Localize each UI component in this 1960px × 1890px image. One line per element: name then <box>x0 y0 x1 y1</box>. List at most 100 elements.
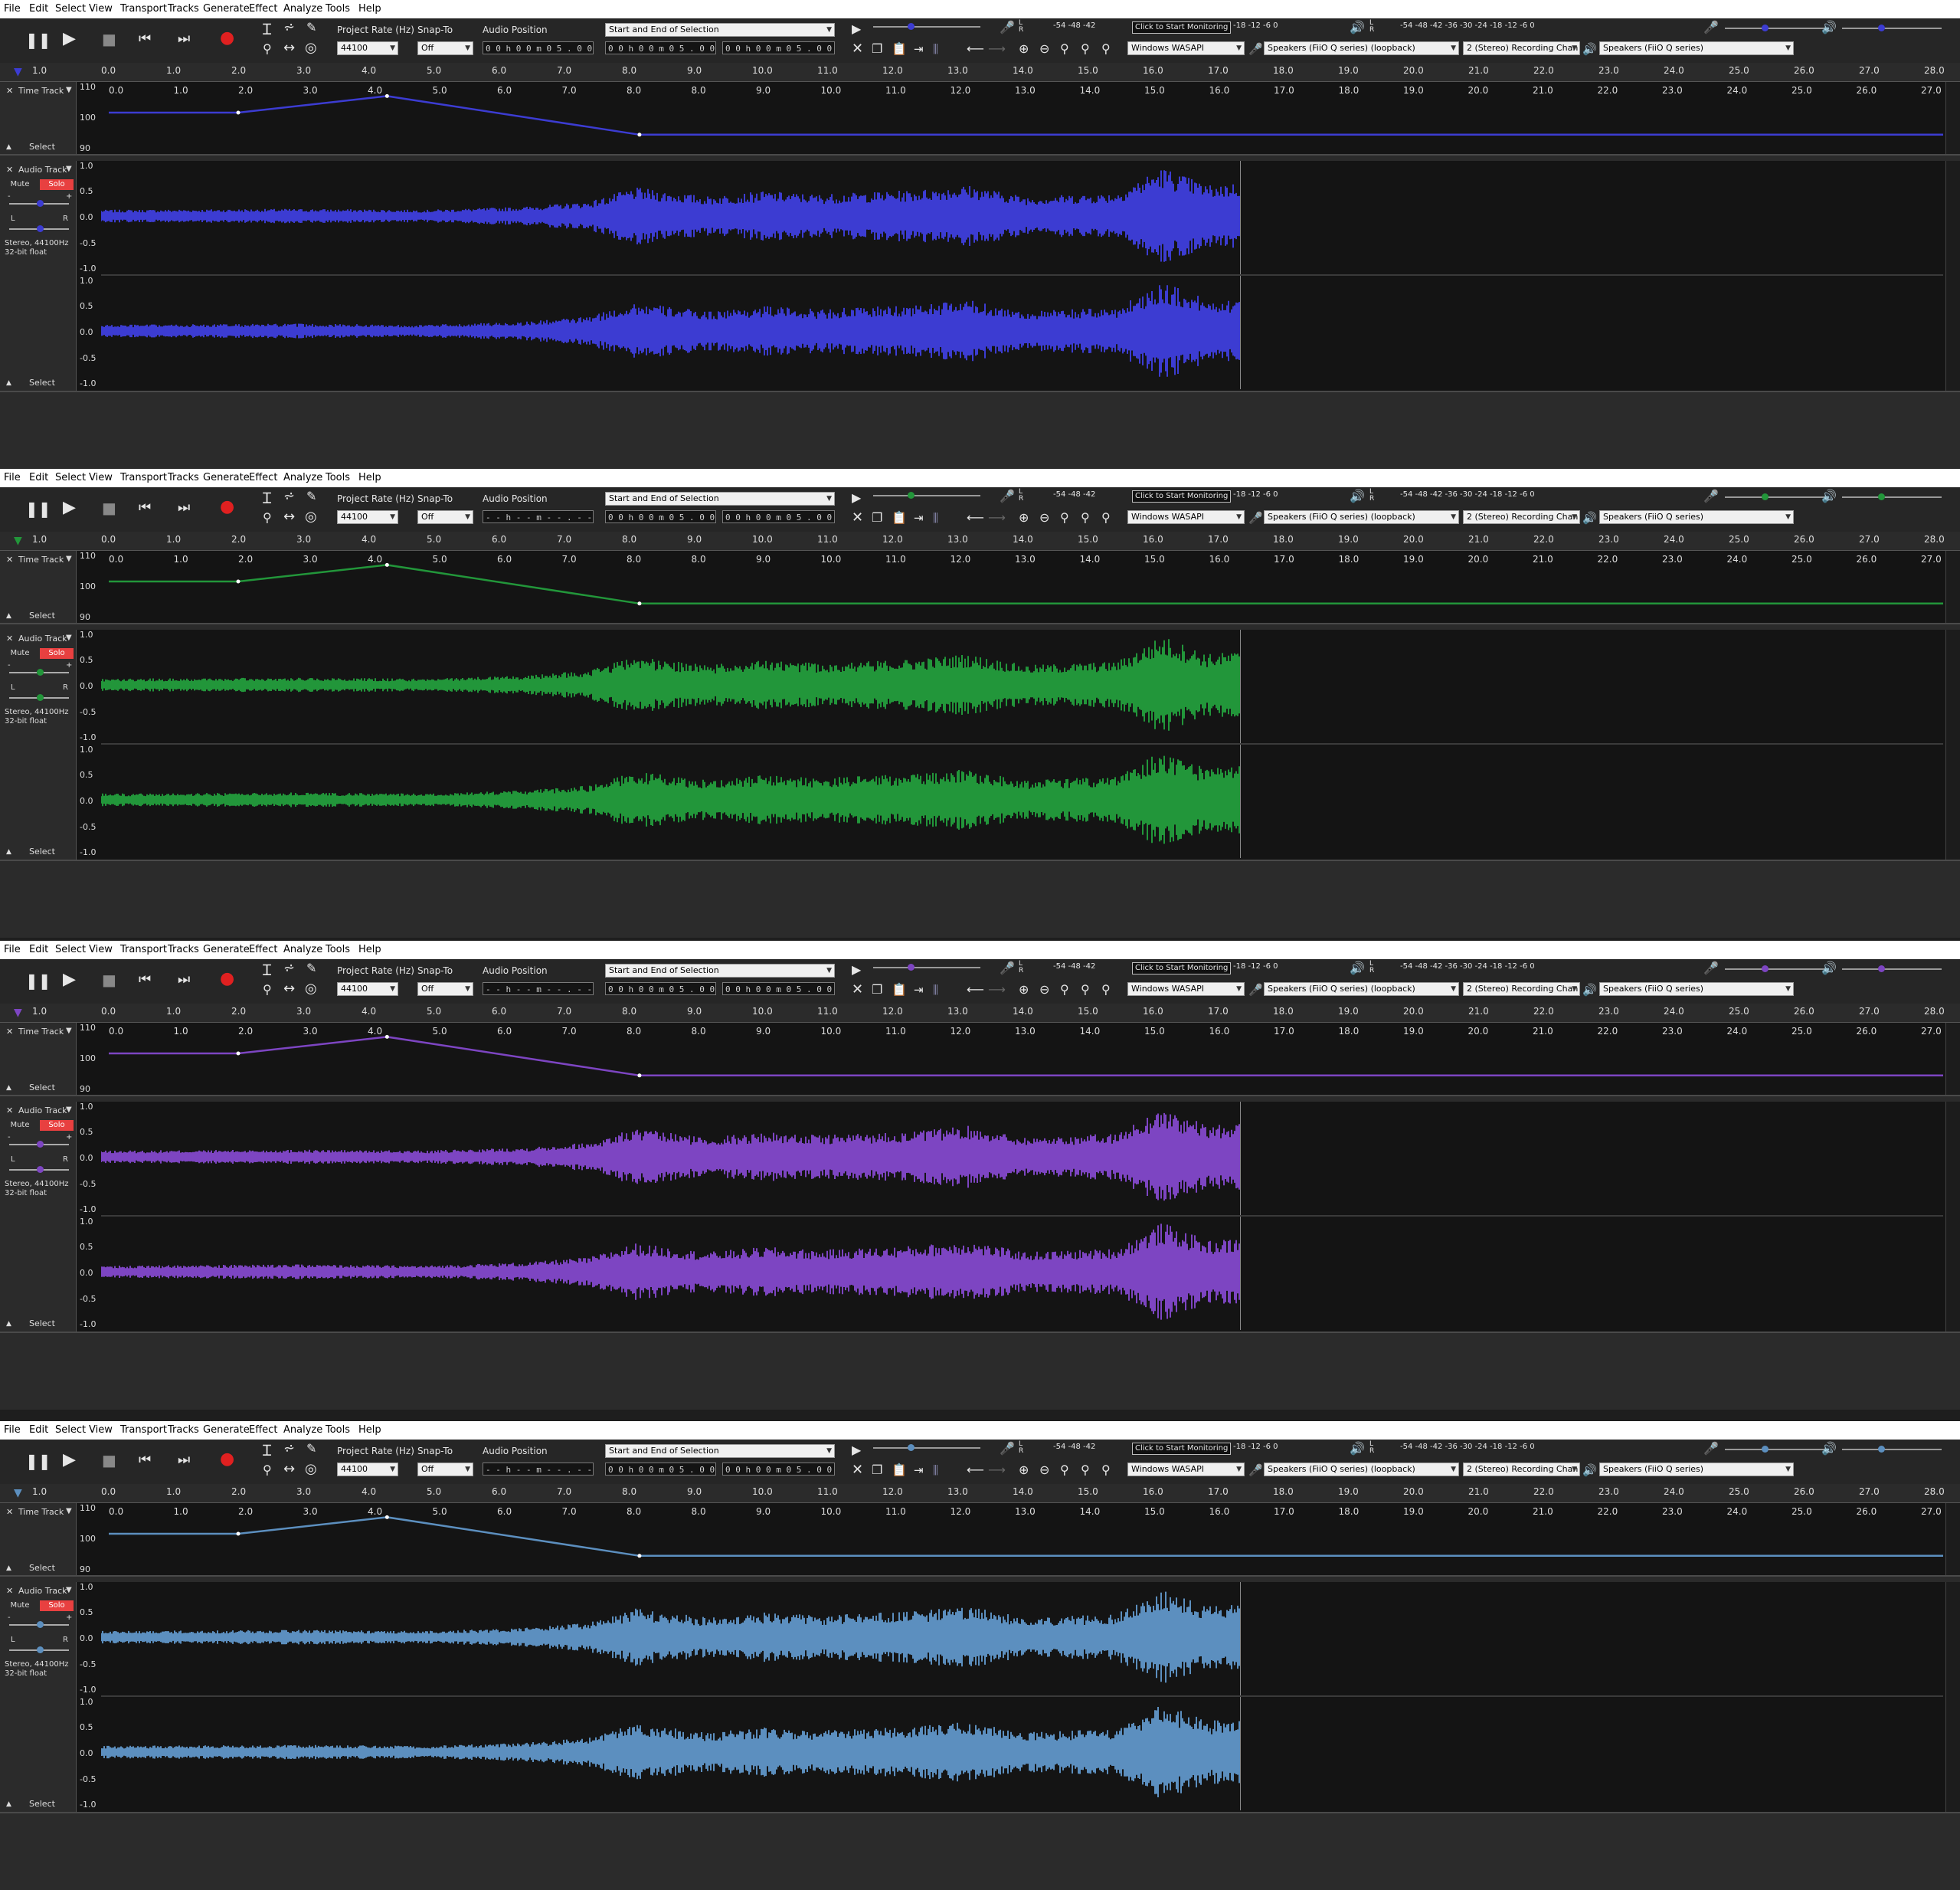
mute-button[interactable]: Mute <box>5 1120 35 1131</box>
snap-to-select[interactable]: Off ▼ <box>417 41 473 55</box>
close-icon[interactable]: ✕ <box>6 1507 13 1517</box>
multi-tool-icon[interactable]: ◎ <box>305 1462 317 1477</box>
snap-to-select[interactable]: Off ▼ <box>417 510 473 524</box>
track-menu-arrow-icon[interactable]: ▼ <box>66 1106 72 1114</box>
cut-icon[interactable]: ✕ <box>852 41 863 57</box>
record-icon[interactable]: ● <box>220 30 234 47</box>
zoom-tool-icon[interactable]: ⚲ <box>263 982 272 997</box>
trim-icon[interactable]: ⇥ <box>914 1463 924 1478</box>
playback-meter-speaker-icon[interactable]: 🔊 <box>1350 961 1365 976</box>
time-track-name[interactable]: Time Track <box>18 555 64 565</box>
envelope-tool-icon[interactable]: ⩫ <box>283 1441 295 1456</box>
menu-select[interactable]: Select <box>55 472 86 483</box>
time-track-name[interactable]: Time Track <box>18 86 64 96</box>
redo-icon[interactable]: ⟶ <box>988 510 1006 526</box>
play-at-speed-icon[interactable]: ▶ <box>852 21 861 37</box>
selection-end-field[interactable]: 0 0 h 0 0 m 0 5 . 0 0 4 s <box>722 1463 835 1476</box>
draw-tool-icon[interactable]: ✎ <box>306 20 316 35</box>
start-monitoring-button[interactable]: Click to Start Monitoring <box>1132 962 1232 974</box>
play-speed-slider[interactable] <box>873 492 980 499</box>
solo-button[interactable]: Solo <box>40 179 74 190</box>
zoom-tool-icon[interactable]: ⚲ <box>263 1463 272 1478</box>
time-track-select-button[interactable]: Select <box>29 142 55 152</box>
collapse-icon[interactable]: ▲ <box>6 1320 11 1328</box>
zoom-toggle-icon[interactable]: ⚲ <box>1101 1463 1111 1478</box>
audio-position-field[interactable]: - - h - - m - - . - - - s <box>483 1463 594 1476</box>
playback-device-select[interactable]: Speakers (FiiO Q series) ▼ <box>1599 510 1794 524</box>
menu-help[interactable]: Help <box>358 1424 381 1436</box>
audio-track-name[interactable]: Audio Track <box>18 634 67 644</box>
trim-icon[interactable]: ⇥ <box>914 41 924 57</box>
playback-volume-speaker-icon[interactable]: 🔊 <box>1821 961 1837 976</box>
menu-generate[interactable]: Generate <box>203 1424 250 1436</box>
record-icon[interactable]: ● <box>220 1451 234 1468</box>
zoom-in-icon[interactable]: ⊕ <box>1019 982 1029 997</box>
skip-end-icon[interactable]: ⏭ <box>178 1453 190 1468</box>
recording-channels-select[interactable]: 2 (Stereo) Recording Chan ▼ <box>1463 982 1580 996</box>
trim-icon[interactable]: ⇥ <box>914 982 924 997</box>
copy-icon[interactable]: ❐ <box>872 510 882 526</box>
zoom-tool-icon[interactable]: ⚲ <box>263 510 272 526</box>
draw-tool-icon[interactable]: ✎ <box>306 489 316 504</box>
fit-selection-icon[interactable]: ⚲ <box>1060 1463 1069 1478</box>
menu-file[interactable]: File <box>4 1424 21 1436</box>
timeshift-tool-icon[interactable]: ↔ <box>283 981 295 997</box>
zoom-in-icon[interactable]: ⊕ <box>1019 1463 1029 1478</box>
waveform-area[interactable] <box>100 161 1943 391</box>
zoom-out-icon[interactable]: ⊖ <box>1039 41 1049 57</box>
menu-tools[interactable]: Tools <box>326 472 350 483</box>
fit-selection-icon[interactable]: ⚲ <box>1060 510 1069 526</box>
recording-device-select[interactable]: Speakers (FiiO Q series) (loopback) ▼ <box>1264 41 1459 55</box>
start-monitoring-button[interactable]: Click to Start Monitoring <box>1132 490 1232 503</box>
recording-volume-slider[interactable] <box>1725 965 1824 972</box>
time-track-area[interactable]: 0.0 1.0 2.0 3.0 4.0 5.0 6.0 7.0 8.0 8.0 9.0 10.0 11.… <box>101 1503 1960 1575</box>
vertical-scrollbar[interactable] <box>1945 1503 1960 1575</box>
time-track-area[interactable]: 0.0 1.0 2.0 3.0 4.0 5.0 6.0 7.0 8.0 8.0 9.0 10.0 11.… <box>101 551 1960 623</box>
track-menu-arrow-icon[interactable]: ▼ <box>66 165 72 173</box>
playback-meter-speaker-icon[interactable]: 🔊 <box>1350 1441 1365 1456</box>
silence-icon[interactable]: ⫼ <box>933 510 938 526</box>
skip-end-icon[interactable]: ⏭ <box>178 500 190 516</box>
vertical-scrollbar[interactable] <box>1945 161 1960 391</box>
collapse-icon[interactable]: ▲ <box>6 379 11 387</box>
close-icon[interactable]: ✕ <box>6 1027 13 1037</box>
zoom-out-icon[interactable]: ⊖ <box>1039 982 1049 997</box>
start-monitoring-button[interactable]: Click to Start Monitoring <box>1132 21 1232 34</box>
audio-host-select[interactable]: Windows WASAPI ▼ <box>1127 510 1245 524</box>
menu-view[interactable]: View <box>89 1424 113 1436</box>
playback-volume-slider[interactable] <box>1842 965 1942 972</box>
menu-view[interactable]: View <box>89 944 113 955</box>
playback-meter-speaker-icon[interactable]: 🔊 <box>1350 489 1365 504</box>
solo-button[interactable]: Solo <box>40 1120 74 1131</box>
gain-slider[interactable] <box>9 669 69 676</box>
playback-volume-speaker-icon[interactable]: 🔊 <box>1821 489 1837 504</box>
play-head-icon[interactable]: ▼ <box>14 1007 22 1019</box>
trim-icon[interactable]: ⇥ <box>914 510 924 526</box>
mute-button[interactable]: Mute <box>5 648 35 659</box>
menu-transport[interactable]: Transport <box>120 472 167 483</box>
playback-volume-speaker-icon[interactable]: 🔊 <box>1821 1441 1837 1456</box>
audio-track-name[interactable]: Audio Track <box>18 1106 67 1115</box>
pause-icon[interactable]: ❚❚ <box>25 973 51 988</box>
track-menu-arrow-icon[interactable]: ▼ <box>66 634 72 642</box>
gain-slider[interactable] <box>9 1141 69 1148</box>
fit-project-icon[interactable]: ⚲ <box>1081 41 1090 57</box>
start-monitoring-button[interactable]: Click to Start Monitoring <box>1132 1443 1232 1455</box>
envelope-tool-icon[interactable]: ⩫ <box>283 20 295 35</box>
play-speed-slider[interactable] <box>873 964 980 971</box>
recording-volume-slider[interactable] <box>1725 25 1824 31</box>
menu-edit[interactable]: Edit <box>29 3 48 15</box>
skip-start-icon[interactable]: ⏮ <box>139 500 151 516</box>
record-icon[interactable]: ● <box>220 499 234 516</box>
collapse-icon[interactable]: ▲ <box>6 1564 11 1572</box>
time-track-area[interactable]: 0.0 1.0 2.0 3.0 4.0 5.0 6.0 7.0 8.0 8.0 9.0 10.0 11.… <box>101 1023 1960 1095</box>
play-at-speed-icon[interactable]: ▶ <box>852 490 861 506</box>
selection-mode-select[interactable]: Start and End of Selection ▼ <box>605 492 835 506</box>
recording-volume-mic-icon[interactable]: 🎤 <box>1703 20 1719 35</box>
play-head-icon[interactable]: ▼ <box>14 66 22 78</box>
fit-selection-icon[interactable]: ⚲ <box>1060 41 1069 57</box>
close-icon[interactable]: ✕ <box>6 165 13 175</box>
draw-tool-icon[interactable]: ✎ <box>306 961 316 976</box>
playback-volume-speaker-icon[interactable]: 🔊 <box>1821 20 1837 35</box>
menu-help[interactable]: Help <box>358 472 381 483</box>
